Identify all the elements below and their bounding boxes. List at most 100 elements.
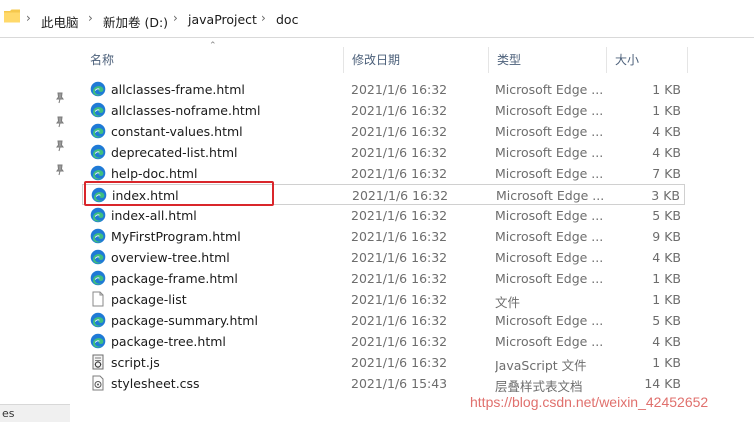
file-date: 2021/1/6 16:32 — [351, 250, 448, 265]
file-row[interactable]: stylesheet.css 2021/1/6 15:43 层叠样式表文档 14 KB — [82, 373, 685, 394]
highlight-box — [84, 181, 274, 206]
file-date: 2021/1/6 16:32 — [351, 229, 448, 244]
file-type: Microsoft Edge ... — [495, 124, 604, 139]
column-date[interactable]: 修改日期 — [344, 47, 488, 73]
breadcrumb-separator: › — [173, 11, 178, 25]
file-size: 1 KB — [652, 292, 681, 307]
breadcrumb-doc[interactable]: doc — [276, 12, 298, 27]
file-date: 2021/1/6 16:32 — [351, 145, 448, 160]
file-size: 3 KB — [651, 188, 680, 203]
file-name: deprecated-list.html — [111, 145, 238, 160]
file-type: Microsoft Edge ... — [495, 229, 604, 244]
pin-icon[interactable] — [54, 116, 66, 128]
column-size[interactable]: 大小 — [607, 47, 687, 73]
file-size: 5 KB — [652, 208, 681, 223]
column-type[interactable]: 类型 — [489, 47, 606, 73]
file-type: Microsoft Edge ... — [495, 103, 604, 118]
file-name: stylesheet.css — [111, 376, 200, 391]
file-date: 2021/1/6 16:32 — [352, 188, 449, 203]
file-name: package-summary.html — [111, 313, 258, 328]
breadcrumb-javaproject[interactable]: javaProject — [188, 12, 257, 27]
file-date: 2021/1/6 16:32 — [351, 82, 448, 97]
file-size: 5 KB — [652, 313, 681, 328]
file-name: overview-tree.html — [111, 250, 230, 265]
edge-icon — [90, 165, 106, 181]
file-row[interactable]: index-all.html 2021/1/6 16:32 Microsoft Ed… — [82, 205, 685, 226]
css-icon — [90, 375, 106, 391]
file-name: help-doc.html — [111, 166, 198, 181]
edge-icon — [90, 123, 106, 139]
file-date: 2021/1/6 16:32 — [351, 124, 448, 139]
file-name: allclasses-noframe.html — [111, 103, 261, 118]
file-type: 层叠样式表文档 — [495, 379, 583, 394]
file-type: Microsoft Edge ... — [495, 250, 604, 265]
file-row[interactable]: overview-tree.html 2021/1/6 16:32 Microsof… — [82, 247, 685, 268]
file-type: Microsoft Edge ... — [495, 313, 604, 328]
file-name: index-all.html — [111, 208, 197, 223]
address-bar[interactable]: › 此电脑 › 新加卷 (D:) › javaProject › doc — [0, 0, 754, 38]
file-type: Microsoft Edge ... — [496, 188, 605, 203]
pin-icon[interactable] — [54, 164, 66, 176]
file-type: Microsoft Edge ... — [495, 145, 604, 160]
edge-icon — [90, 81, 106, 97]
column-name[interactable]: 名称 — [82, 47, 342, 73]
file-type: Microsoft Edge ... — [495, 82, 604, 97]
file-size: 1 KB — [652, 103, 681, 118]
file-type: JavaScript 文件 — [495, 358, 587, 373]
file-type: Microsoft Edge ... — [495, 166, 604, 181]
file-size: 4 KB — [652, 145, 681, 160]
file-row[interactable]: package-summary.html 2021/1/6 16:32 Micros… — [82, 310, 685, 331]
file-date: 2021/1/6 16:32 — [351, 271, 448, 286]
file-size: 4 KB — [652, 124, 681, 139]
file-type: 文件 — [495, 295, 521, 310]
file-name: script.js — [111, 355, 160, 370]
breadcrumb-separator: › — [88, 11, 93, 25]
file-type: Microsoft Edge ... — [495, 271, 604, 286]
file-row[interactable]: script.js 2021/1/6 16:32 JavaScript 文件 1 KB — [82, 352, 685, 373]
file-date: 2021/1/6 15:43 — [351, 376, 448, 391]
file-size: 4 KB — [652, 250, 681, 265]
file-type: Microsoft Edge ... — [495, 334, 604, 349]
file-name: package-list — [111, 292, 187, 307]
file-type: Microsoft Edge ... — [495, 208, 604, 223]
nav-pane-label: es — [2, 407, 15, 420]
nav-pane-item[interactable]: es — [0, 404, 70, 422]
file-size: 9 KB — [652, 229, 681, 244]
edge-icon — [90, 249, 106, 265]
file-icon — [90, 291, 106, 307]
file-date: 2021/1/6 16:32 — [351, 166, 448, 181]
file-date: 2021/1/6 16:32 — [351, 313, 448, 328]
pin-icon[interactable] — [54, 140, 66, 152]
edge-icon — [90, 312, 106, 328]
file-row[interactable]: package-list 2021/1/6 16:32 文件 1 KB — [82, 289, 685, 310]
file-date: 2021/1/6 16:32 — [351, 208, 448, 223]
breadcrumb-this-pc[interactable]: 此电脑 — [41, 12, 79, 31]
file-row[interactable]: MyFirstProgram.html 2021/1/6 16:32 Microso… — [82, 226, 685, 247]
file-size: 7 KB — [652, 166, 681, 181]
breadcrumb-drive[interactable]: 新加卷 (D:) — [103, 12, 168, 31]
file-name: package-frame.html — [111, 271, 238, 286]
file-row[interactable]: package-tree.html 2021/1/6 16:32 Microsoft… — [82, 331, 685, 352]
file-size: 4 KB — [652, 334, 681, 349]
edge-icon — [90, 270, 106, 286]
file-row[interactable]: deprecated-list.html 2021/1/6 16:32 Micros… — [82, 142, 685, 163]
column-header: ⌃ 名称 修改日期 类型 大小 — [82, 41, 754, 73]
file-row[interactable]: allclasses-noframe.html 2021/1/6 16:32 Mic… — [82, 100, 685, 121]
column-divider[interactable] — [687, 47, 688, 73]
file-name: constant-values.html — [111, 124, 243, 139]
file-row[interactable]: allclasses-frame.html 2021/1/6 16:32 Micro… — [82, 79, 685, 100]
edge-icon — [90, 207, 106, 223]
edge-icon — [90, 144, 106, 160]
file-name: MyFirstProgram.html — [111, 229, 241, 244]
script-icon — [90, 354, 106, 370]
file-name: package-tree.html — [111, 334, 226, 349]
file-row[interactable]: constant-values.html 2021/1/6 16:32 Micros… — [82, 121, 685, 142]
watermark: https://blog.csdn.net/weixin_42452652 — [470, 394, 709, 410]
file-row[interactable]: package-frame.html 2021/1/6 16:32 Microsof… — [82, 268, 685, 289]
file-size: 1 KB — [652, 355, 681, 370]
folder-icon — [4, 9, 20, 23]
file-size: 1 KB — [652, 271, 681, 286]
file-date: 2021/1/6 16:32 — [351, 292, 448, 307]
pin-icon[interactable] — [54, 92, 66, 104]
file-name: allclasses-frame.html — [111, 82, 245, 97]
